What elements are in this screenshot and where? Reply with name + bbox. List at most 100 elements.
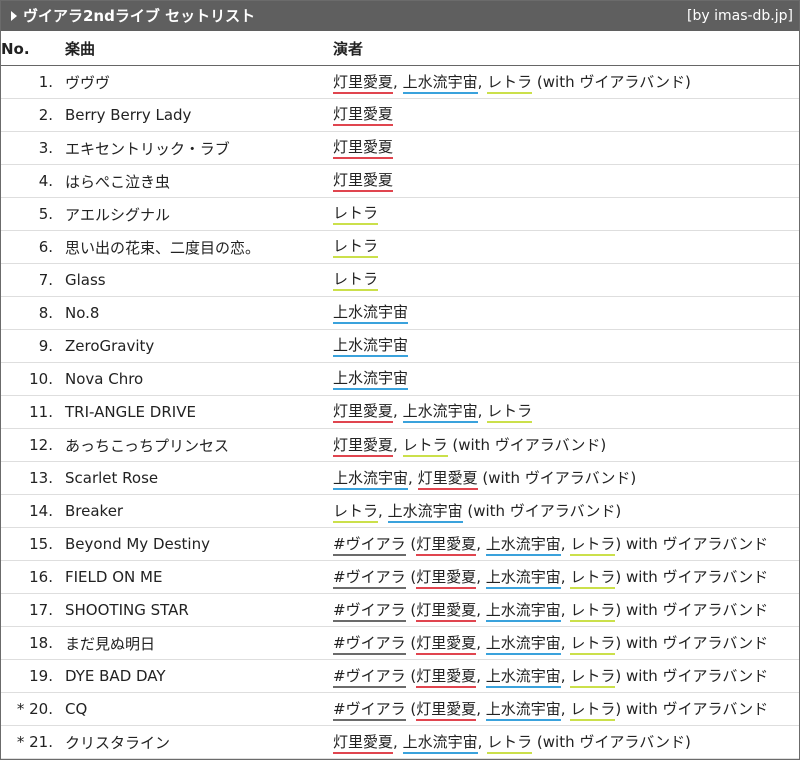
performer-link[interactable]: #ヴイアラ [333,568,406,589]
performer-separator: , [477,72,488,91]
performer-separator: (with ヴイアラバンド) [477,468,637,487]
performer-link[interactable]: 灯里愛夏 [416,568,477,589]
song-title: No.8 [53,296,321,330]
performer-separator: , [393,401,403,420]
song-title: クリスタライン [53,725,321,759]
song-title: あっちこっちプリンセス [53,428,321,462]
track-number: 18. [1,626,53,660]
performer-separator: ( [405,567,417,586]
performer-separator: , [476,600,486,619]
performer-separator: ) with ヴイアラバンド [615,534,769,553]
performer-cell: 上水流宇宙 [321,329,799,363]
song-title: TRI-ANGLE DRIVE [53,395,321,429]
performer-link[interactable]: 上水流宇宙 [402,402,478,423]
performer-cell: #ヴイアラ (灯里愛夏, 上水流宇宙, レトラ) with ヴイアラバンド [321,659,799,693]
performer-link[interactable]: 灯里愛夏 [416,601,477,622]
performer-cell: #ヴイアラ (灯里愛夏, 上水流宇宙, レトラ) with ヴイアラバンド [321,527,799,561]
performer-link[interactable]: 灯里愛夏 [416,700,477,721]
performer-link[interactable]: 灯里愛夏 [416,634,477,655]
performer-link[interactable]: #ヴイアラ [333,700,406,721]
collapse-triangle-icon[interactable] [11,11,17,21]
performer-link[interactable]: 上水流宇宙 [333,369,409,390]
performer-separator: , [560,600,571,619]
performer-link[interactable]: レトラ [333,270,379,291]
performer-link[interactable]: 灯里愛夏 [333,105,394,126]
performer-link[interactable]: 灯里愛夏 [416,667,477,688]
performer-link[interactable]: レトラ [487,73,533,94]
performer-separator: , [476,633,486,652]
performer-link[interactable]: 上水流宇宙 [485,568,561,589]
track-number: 17. [1,593,53,627]
track-number: 19. [1,659,53,693]
performer-link[interactable]: レトラ [333,237,379,258]
performer-link[interactable]: 灯里愛夏 [333,138,394,159]
performer-separator: ) with ヴイアラバンド [615,633,769,652]
performer-separator: ) with ヴイアラバンド [615,699,769,718]
performer-link[interactable]: 上水流宇宙 [485,700,561,721]
performer-link[interactable]: レトラ [570,535,616,556]
performer-link[interactable]: #ヴイアラ [333,634,406,655]
setlist-panel: ヴイアラ2ndライブ セットリスト [by imas-db.jp] No. 楽曲… [0,0,800,760]
song-title: ZeroGravity [53,329,321,363]
performer-separator: , [408,468,418,487]
performer-link[interactable]: 灯里愛夏 [333,733,394,754]
performer-link[interactable]: レトラ [570,568,616,589]
performer-link[interactable]: 灯里愛夏 [333,73,394,94]
table-row: 13. Scarlet Rose 上水流宇宙, 灯里愛夏 (with ヴイアラバンド… [1,461,799,495]
performer-link[interactable]: レトラ [570,601,616,622]
performer-link[interactable]: #ヴイアラ [333,601,406,622]
performer-link[interactable]: 灯里愛夏 [416,535,477,556]
performer-link[interactable]: レトラ [333,502,379,523]
performer-separator: , [560,567,571,586]
performer-link[interactable]: レトラ [333,204,379,225]
performer-separator: (with ヴイアラバンド) [532,732,691,751]
performer-link[interactable]: 灯里愛夏 [333,436,394,457]
performer-link[interactable]: 上水流宇宙 [333,303,409,324]
performer-link[interactable]: #ヴイアラ [333,535,406,556]
track-number: 14. [1,494,53,528]
performer-link[interactable]: #ヴイアラ [333,667,406,688]
song-title: まだ見ぬ明日 [53,626,321,660]
performer-link[interactable]: 上水流宇宙 [485,634,561,655]
performer-link[interactable]: 上水流宇宙 [485,667,561,688]
performer-link[interactable]: 上水流宇宙 [402,733,478,754]
song-title: DYE BAD DAY [53,659,321,693]
performer-link[interactable]: 上水流宇宙 [333,336,409,357]
track-number: 1. [1,65,53,99]
performer-link[interactable]: レトラ [570,634,616,655]
performer-link[interactable]: レトラ [487,733,533,754]
source-credit: [by imas-db.jp] [687,8,793,24]
column-header-no: No. [1,32,53,66]
performer-cell: 灯里愛夏, レトラ (with ヴイアラバンド) [321,428,799,462]
performer-cell: レトラ [321,263,799,297]
track-number: 10. [1,362,53,396]
performer-cell: レトラ [321,197,799,231]
performer-link[interactable]: 上水流宇宙 [402,73,478,94]
table-row: 1. ヴヴヴ 灯里愛夏, 上水流宇宙, レトラ (with ヴイアラバンド) [1,65,799,99]
performer-link[interactable]: 灯里愛夏 [417,469,478,490]
performer-link[interactable]: レトラ [487,402,533,423]
track-number: 5. [1,197,53,231]
performer-separator: , [560,699,571,718]
performer-link[interactable]: 上水流宇宙 [485,601,561,622]
table-row: 8. No.8 上水流宇宙 [1,296,799,330]
performer-link[interactable]: レトラ [570,667,616,688]
table-row: 19. DYE BAD DAY #ヴイアラ (灯里愛夏, 上水流宇宙, レトラ) w… [1,659,799,693]
performer-separator: , [477,732,488,751]
table-row: 5. アエルシグナル レトラ [1,197,799,231]
performer-link[interactable]: 灯里愛夏 [333,171,394,192]
setlist-table: No. 楽曲 演者 1. ヴヴヴ 灯里愛夏, 上水流宇宙, レトラ (with ヴイ… [1,32,799,759]
performer-cell: 灯里愛夏, 上水流宇宙, レトラ [321,395,799,429]
performer-link[interactable]: 上水流宇宙 [333,469,409,490]
performer-link[interactable]: レトラ [402,436,448,457]
performer-separator: (with ヴイアラバンド) [462,501,622,520]
performer-cell: レトラ [321,230,799,264]
performer-separator: , [476,534,486,553]
performer-link[interactable]: 上水流宇宙 [387,502,463,523]
performer-link[interactable]: 灯里愛夏 [333,402,394,423]
performer-link[interactable]: 上水流宇宙 [485,535,561,556]
performer-link[interactable]: レトラ [570,700,616,721]
song-title: Breaker [53,494,321,528]
track-number: 4. [1,164,53,198]
song-title: ヴヴヴ [53,65,321,99]
